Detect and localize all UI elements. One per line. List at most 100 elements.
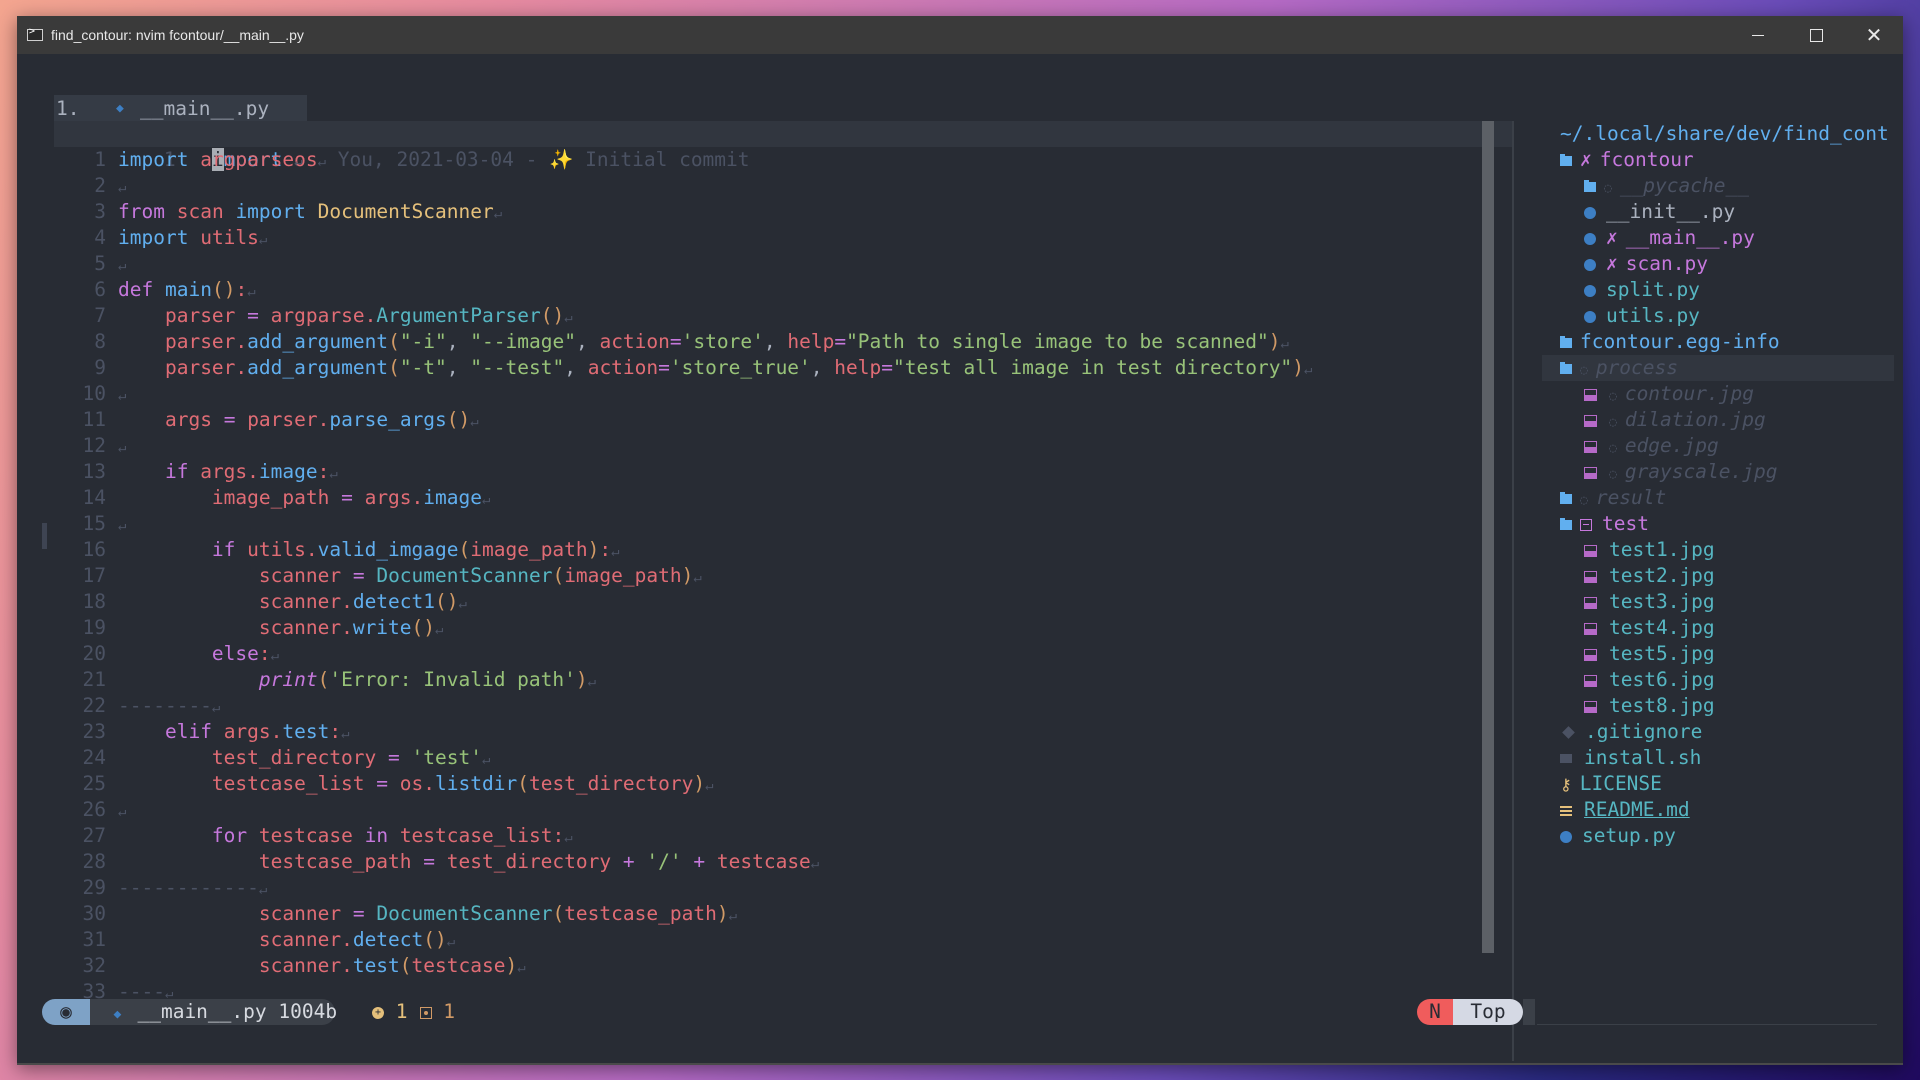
code-text: for testcase in testcase_list:: [211, 824, 565, 847]
code-line[interactable]: 16 if utils.valid_imgage(image_path):↵: [54, 537, 1494, 563]
code-line[interactable]: 2 ↵: [54, 173, 1494, 199]
code-line[interactable]: 31 scanner.detect()↵: [54, 927, 1494, 953]
code-line[interactable]: 15 ↵: [54, 511, 1494, 537]
tree-item[interactable]: ◌ __pycache__: [1542, 173, 1894, 199]
code-line[interactable]: 13 if args.image:↵: [54, 459, 1494, 485]
blame-line[interactable]: 1 import os↵ You, 2021-03-04 - ✨ Initial …: [54, 121, 1512, 171]
code-text: def main():: [118, 278, 248, 301]
eol-icon: ↵: [329, 466, 338, 482]
code-line[interactable]: 14 image_path = args.image↵: [54, 485, 1494, 511]
eol-icon: ↵: [458, 596, 467, 612]
eol-icon: ↵: [611, 544, 620, 560]
tree-item-label: scan.py: [1625, 252, 1708, 275]
code-line[interactable]: 18 scanner.detect1()↵: [54, 589, 1494, 615]
line-number: 26: [82, 798, 106, 821]
tree-item[interactable]: test4.jpg: [1542, 615, 1894, 641]
scrollbar[interactable]: [1482, 121, 1494, 953]
tree-item[interactable]: ✗ fcontour: [1542, 147, 1894, 173]
tree-item[interactable]: test5.jpg: [1542, 641, 1894, 667]
tree-item[interactable]: ◌ grayscale.jpg: [1542, 459, 1894, 485]
tree-item[interactable]: ◌ result: [1542, 485, 1894, 511]
tree-item[interactable]: .gitignore: [1542, 719, 1894, 745]
tree-item[interactable]: test1.jpg: [1542, 537, 1894, 563]
tree-item-label: test1.jpg: [1609, 538, 1715, 561]
code-line[interactable]: 5 ↵: [54, 251, 1494, 277]
tree-item[interactable]: test2.jpg: [1542, 563, 1894, 589]
tree-item[interactable]: test8.jpg: [1542, 693, 1894, 719]
code-line[interactable]: 19 scanner.write()↵: [54, 615, 1494, 641]
tree-item-label: grayscale.jpg: [1624, 460, 1778, 483]
code-area[interactable]: 1 import os↵ You, 2021-03-04 - ✨ Initial …: [54, 121, 1512, 1005]
folder-icon: [1560, 517, 1572, 530]
tree-item[interactable]: ◌ contour.jpg: [1542, 381, 1894, 407]
code-line[interactable]: 3 from scan import DocumentScanner↵: [54, 199, 1494, 225]
tree-item[interactable]: ◌ edge.jpg: [1542, 433, 1894, 459]
code-line[interactable]: 22 --------↵: [54, 693, 1494, 719]
eol-icon: ↵: [118, 388, 127, 404]
code-line[interactable]: 8 parser.add_argument("-i", "--image", a…: [54, 329, 1494, 355]
tree-item[interactable]: ◌ process: [1542, 355, 1894, 381]
code-line[interactable]: 6 def main():↵: [54, 277, 1494, 303]
tree-item[interactable]: utils.py: [1542, 303, 1894, 329]
code-line[interactable]: 27 for testcase in testcase_list:↵: [54, 823, 1494, 849]
tree-statusline: [1537, 1024, 1877, 1025]
ignored-icon: ◌: [1604, 181, 1612, 196]
code-line[interactable]: 21 print('Error: Invalid path')↵: [54, 667, 1494, 693]
line-number: 20: [82, 642, 106, 665]
tree-item[interactable]: ◌ dilation.jpg: [1542, 407, 1894, 433]
line-number: 14: [82, 486, 106, 509]
code-line[interactable]: 20 else:↵: [54, 641, 1494, 667]
code-line[interactable]: 17 scanner = DocumentScanner(image_path)…: [54, 563, 1494, 589]
file-tree[interactable]: ~/.local/share/dev/find_cont ✗ fcontour ◌ _…: [1542, 121, 1894, 849]
code-line[interactable]: 7 parser = argparse.ArgumentParser()↵: [54, 303, 1494, 329]
key-icon: ⚷: [1560, 775, 1572, 794]
image-icon: [1584, 570, 1597, 583]
tree-item[interactable]: test: [1542, 511, 1894, 537]
tree-item[interactable]: split.py: [1542, 277, 1894, 303]
code-line[interactable]: 29 ------------↵: [54, 875, 1494, 901]
code-line[interactable]: 25 testcase_list = os.listdir(test_direc…: [54, 771, 1494, 797]
tree-item[interactable]: install.sh: [1542, 745, 1894, 771]
tree-item[interactable]: test6.jpg: [1542, 667, 1894, 693]
tree-item[interactable]: test3.jpg: [1542, 589, 1894, 615]
line-number: 2: [94, 174, 106, 197]
python-icon: [1560, 830, 1572, 843]
window-split[interactable]: [1512, 121, 1514, 1061]
statusline-end: [1523, 999, 1535, 1025]
code-line[interactable]: 12 ↵: [54, 433, 1494, 459]
tree-item[interactable]: fcontour.egg-info: [1542, 329, 1894, 355]
code-line[interactable]: 4 import utils↵: [54, 225, 1494, 251]
code-line[interactable]: 1 import argparse↵: [54, 147, 1494, 173]
maximize-button[interactable]: [1787, 16, 1845, 54]
line-number: 21: [82, 668, 106, 691]
code-line[interactable]: 23 elif args.test:↵: [54, 719, 1494, 745]
minimize-button[interactable]: [1729, 16, 1787, 54]
eol-icon: ↵: [118, 518, 127, 534]
tree-item-label: test3.jpg: [1609, 590, 1715, 613]
tree-item[interactable]: README.md: [1542, 797, 1894, 823]
tree-item[interactable]: __init__.py: [1542, 199, 1894, 225]
code-line[interactable]: 9 parser.add_argument("-t", "--test", ac…: [54, 355, 1494, 381]
tree-item-label: __init__.py: [1606, 200, 1736, 223]
code-line[interactable]: 26 ↵: [54, 797, 1494, 823]
code-text: if utils.valid_imgage(image_path):: [211, 538, 612, 561]
line-number: 29: [82, 876, 106, 899]
nvim-editor[interactable]: 1. ◆ __main__.py 1 import os↵ You, 2021-0…: [17, 54, 1903, 1063]
code-line[interactable]: 11 args = parser.parse_args()↵: [54, 407, 1494, 433]
folder-icon: [1560, 153, 1572, 166]
statusline-diagnostics[interactable]: + 1 1: [372, 999, 455, 1025]
tree-item[interactable]: setup.py: [1542, 823, 1894, 849]
tree-item-label: utils.py: [1606, 304, 1700, 327]
code-line[interactable]: 28 testcase_path = test_directory + '/' …: [54, 849, 1494, 875]
line-number: 16: [82, 538, 106, 561]
code-line[interactable]: 32 scanner.test(testcase)↵: [54, 953, 1494, 979]
tree-item[interactable]: ✗ scan.py: [1542, 251, 1894, 277]
image-icon: [1584, 674, 1597, 687]
buffer-tab[interactable]: 1. ◆ __main__.py: [54, 95, 307, 121]
code-line[interactable]: 30 scanner = DocumentScanner(testcase_pa…: [54, 901, 1494, 927]
tree-item[interactable]: ✗ __main__.py: [1542, 225, 1894, 251]
code-line[interactable]: 24 test_directory = 'test'↵: [54, 745, 1494, 771]
code-line[interactable]: 10 ↵: [54, 381, 1494, 407]
tree-item[interactable]: ⚷ LICENSE: [1542, 771, 1894, 797]
close-button[interactable]: ✕: [1845, 16, 1903, 54]
